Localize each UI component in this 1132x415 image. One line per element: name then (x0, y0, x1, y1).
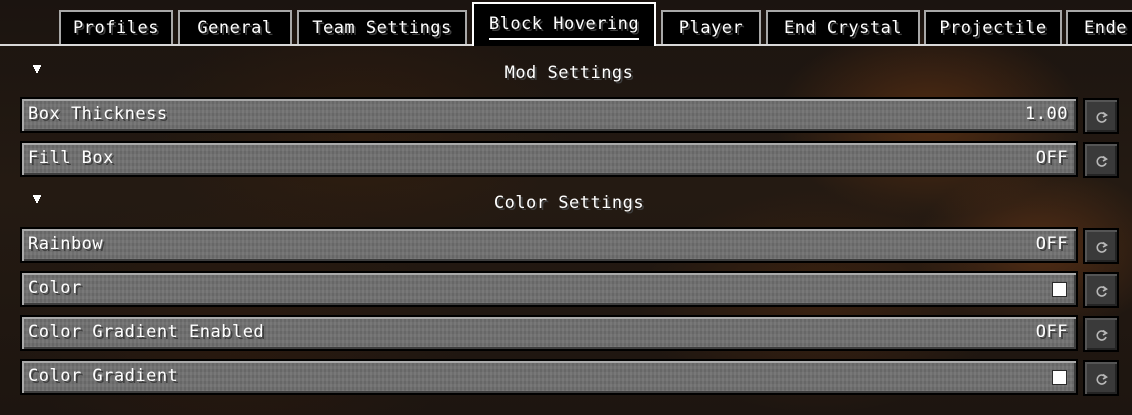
reset-icon (1096, 155, 1108, 167)
setting-row-box-thickness: Box Thickness 1.00 (20, 97, 1119, 134)
setting-label: Box Thickness (28, 104, 168, 124)
tab-label: End Crystal (783, 18, 903, 38)
setting-value: OFF (1035, 322, 1068, 342)
color-swatch (1052, 370, 1067, 385)
section-header-mod-settings: Mod Settings (20, 59, 1118, 87)
reset-button[interactable] (1083, 316, 1119, 352)
tab-general[interactable]: General (178, 10, 292, 44)
reset-icon (1096, 241, 1108, 253)
tab-label: Team Settings (312, 18, 452, 38)
setting-row-fill-box: Fill Box OFF (20, 141, 1119, 178)
tab-label: Profiles (73, 18, 159, 38)
reset-button[interactable] (1083, 98, 1119, 134)
setting-value: 1.00 (1025, 104, 1068, 124)
rainbow-toggle[interactable]: Rainbow OFF (20, 227, 1078, 263)
reset-icon (1096, 373, 1108, 385)
tab-player[interactable]: Player (661, 10, 761, 44)
setting-label: Color (28, 278, 82, 298)
fill-box-toggle[interactable]: Fill Box OFF (20, 141, 1078, 177)
reset-button[interactable] (1083, 272, 1119, 308)
setting-row-rainbow: Rainbow OFF (20, 227, 1119, 264)
tab-block-hovering[interactable]: Block Hovering (472, 2, 656, 46)
color-gradient-enabled-toggle[interactable]: Color Gradient Enabled OFF (20, 315, 1078, 351)
tab-end-crystal[interactable]: End Crystal (766, 10, 920, 44)
color-swatch (1052, 282, 1067, 297)
tab-label: General (197, 18, 273, 38)
box-thickness-slider[interactable]: Box Thickness 1.00 (20, 97, 1078, 133)
tab-label: Player (678, 18, 744, 38)
setting-value: OFF (1035, 234, 1068, 254)
color-picker-button[interactable]: Color (20, 271, 1078, 307)
setting-label: Color Gradient (28, 366, 179, 386)
tab-label: Projectile (939, 18, 1047, 38)
setting-row-color: Color (20, 271, 1119, 308)
tab-team-settings[interactable]: Team Settings (297, 10, 467, 44)
setting-value: OFF (1035, 148, 1068, 168)
tab-projectile[interactable]: Projectile (924, 10, 1062, 44)
section-header-color-settings: Color Settings (20, 189, 1118, 217)
reset-icon (1096, 111, 1108, 123)
reset-icon (1096, 285, 1108, 297)
tab-label: Block Hovering (488, 11, 640, 40)
reset-button[interactable] (1083, 228, 1119, 264)
tab-ender[interactable]: Ende (1066, 10, 1132, 44)
setting-label: Color Gradient Enabled (28, 322, 265, 342)
tab-label: Ende (1084, 18, 1127, 38)
reset-button[interactable] (1083, 142, 1119, 178)
tab-bar: Profiles General Team Settings Block Hov… (0, 0, 1132, 46)
setting-row-color-gradient: Color Gradient (20, 359, 1119, 396)
setting-row-color-gradient-enabled: Color Gradient Enabled OFF (20, 315, 1119, 352)
reset-button[interactable] (1083, 360, 1119, 396)
tab-profiles[interactable]: Profiles (59, 10, 173, 44)
color-gradient-picker-button[interactable]: Color Gradient (20, 359, 1078, 395)
reset-icon (1096, 329, 1108, 341)
section-title: Color Settings (493, 193, 645, 213)
section-title: Mod Settings (504, 63, 634, 83)
setting-label: Rainbow (28, 234, 104, 254)
setting-label: Fill Box (28, 148, 114, 168)
